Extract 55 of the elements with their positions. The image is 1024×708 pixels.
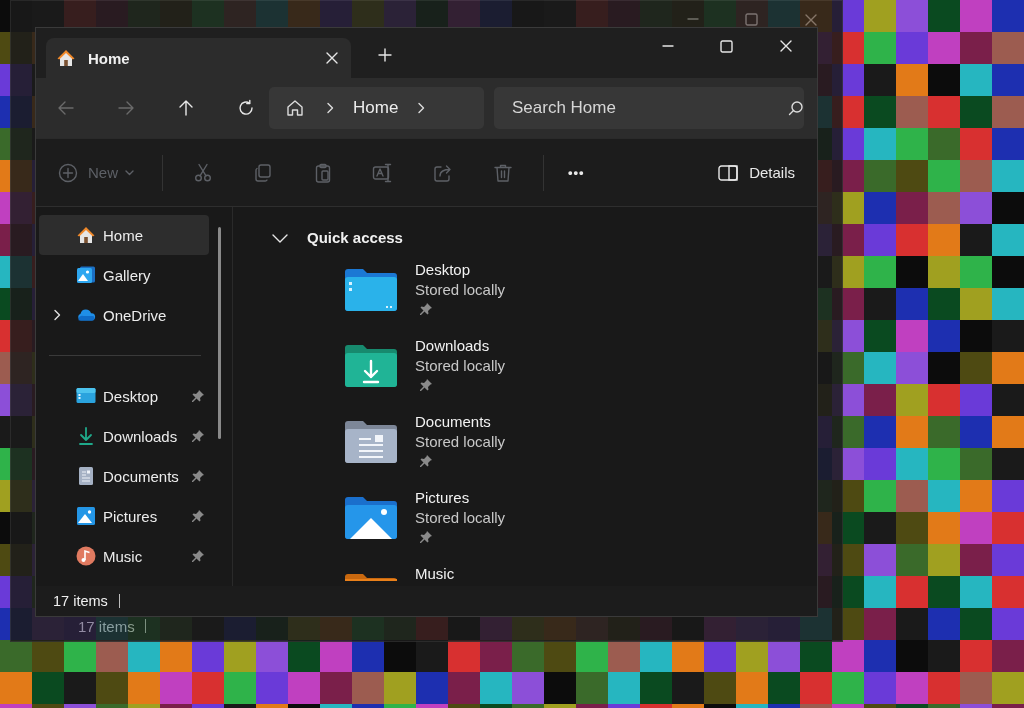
folder-name: Downloads [415, 336, 491, 356]
folder-name: Documents [415, 412, 492, 432]
up-arrow-icon[interactable] [177, 99, 195, 117]
close-icon[interactable] [779, 39, 793, 53]
folder-status: Stored locally [415, 356, 506, 376]
maximize-icon[interactable] [720, 39, 733, 53]
tab[interactable]: Home [46, 38, 351, 78]
download-icon [77, 426, 95, 446]
refresh-icon[interactable] [237, 99, 255, 117]
document-icon [78, 466, 94, 486]
house-icon [56, 48, 76, 68]
sidebar-item[interactable]: Downloads [39, 416, 209, 456]
folder-download-icon [343, 344, 399, 388]
music-note-icon [76, 546, 96, 566]
folder-name: Desktop [415, 260, 472, 280]
folder-documents-icon [343, 420, 399, 464]
sidebar-item[interactable]: Documents [39, 456, 209, 496]
picture-icon [76, 506, 96, 526]
sidebar-item[interactable]: Music [39, 536, 209, 576]
details-button[interactable]: Details [710, 158, 803, 187]
chevron-right-icon[interactable] [416, 102, 427, 114]
sidebar-item[interactable]: OneDrive [39, 295, 209, 335]
breadcrumb[interactable]: Home [353, 98, 399, 118]
new-tab-icon[interactable] [378, 48, 392, 62]
folder-pictures-icon [343, 496, 399, 540]
folder-music-icon [343, 573, 399, 581]
sidebar-item[interactable]: Pictures [39, 496, 209, 536]
sidebar-item[interactable]: Desktop [39, 376, 209, 416]
sidebar-item[interactable]: Home [39, 215, 209, 255]
close-tab-icon[interactable] [325, 51, 339, 65]
new-icon [58, 162, 78, 183]
house-icon [76, 225, 96, 245]
folder-name: Music [415, 564, 455, 584]
expand-chevron-icon[interactable] [52, 309, 62, 321]
gallery-icon [76, 265, 96, 285]
address-bar[interactable]: Home [269, 87, 484, 129]
cloud-icon [76, 307, 96, 323]
section-header[interactable]: Quick access [271, 229, 403, 246]
details-pane-icon [718, 164, 739, 181]
folder-status: Stored locally [415, 508, 506, 528]
sidebar-item[interactable]: Gallery [39, 255, 209, 295]
home-icon[interactable] [285, 98, 305, 118]
search-field[interactable]: Search Home [494, 87, 804, 129]
folder-name: Pictures [415, 488, 471, 508]
item-count: 17 items [53, 593, 108, 609]
chevron-right-icon[interactable] [325, 102, 335, 114]
folder-status: Stored locally [415, 432, 506, 452]
folder-status: Stored locally [415, 280, 506, 300]
desktop-icon [76, 387, 96, 405]
caret-down-icon [125, 169, 134, 176]
item-count: 17 items [78, 617, 135, 635]
more-options-button[interactable]: ••• [560, 159, 593, 186]
search-icon [788, 100, 804, 116]
scrollbar-thumb[interactable] [218, 227, 221, 439]
folder-icon [343, 268, 399, 312]
